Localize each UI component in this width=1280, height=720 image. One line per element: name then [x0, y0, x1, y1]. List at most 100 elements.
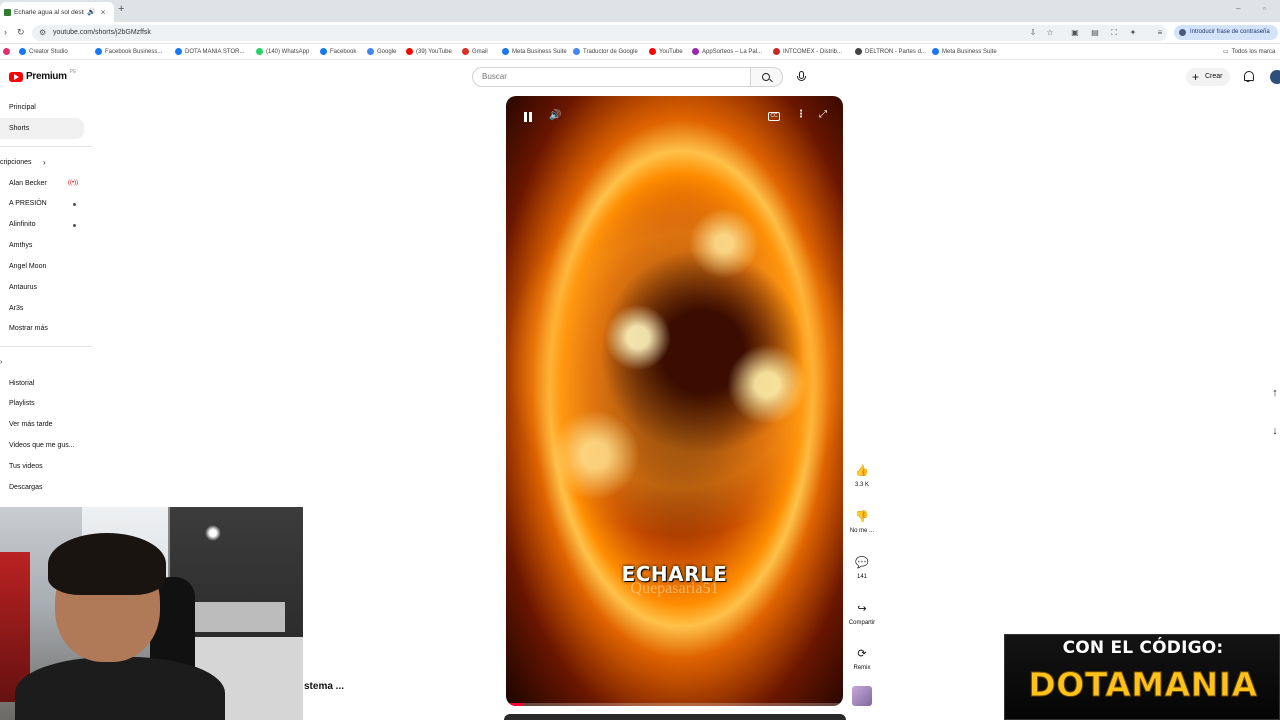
bookmark-item[interactable] — [3, 48, 10, 55]
webcam-shelf — [185, 602, 285, 632]
sidebar-item-library[interactable]: Descargas — [9, 484, 42, 491]
new-tab-button[interactable]: + — [118, 3, 124, 15]
forward-icon[interactable]: › — [4, 27, 7, 37]
webcam-light — [205, 525, 221, 541]
reload-icon[interactable]: ↻ — [17, 27, 25, 38]
notifications-bell-icon[interactable] — [1243, 71, 1254, 82]
sidebar-item-subscription[interactable]: A PRESIÓN — [9, 200, 47, 207]
folder-icon: ▭ — [1223, 49, 1229, 55]
sidebar-item-library[interactable]: Playlists — [9, 400, 35, 407]
all-bookmarks-button[interactable]: ▭ Todos los marca — [1223, 48, 1275, 56]
truncated-text: stema ... — [304, 681, 345, 692]
sidebar-section-you[interactable]: › — [0, 359, 2, 366]
sidebar-item-subscription[interactable]: Antaurus — [9, 284, 37, 291]
bookmark-item[interactable]: (39) YouTube — [406, 48, 452, 55]
bookmark-label: Traductor de Google — [583, 48, 638, 55]
bookmark-item[interactable]: AppSorteos – La Pal... — [692, 48, 762, 55]
sidebar-divider — [0, 346, 92, 347]
sidebar-item-subscription[interactable]: Angel Moon — [9, 263, 46, 270]
progress-bar[interactable] — [506, 703, 843, 706]
bookmark-item[interactable]: Traductor de Google — [573, 48, 638, 55]
next-short-preview[interactable] — [504, 714, 846, 720]
address-bar[interactable]: ⚙ youtube.com/shorts/j2bGMzffsk — [32, 25, 1167, 41]
extension-icon[interactable]: ▤ — [1090, 28, 1100, 38]
previous-short-icon[interactable]: ↑ — [1268, 386, 1280, 400]
youtube-logo[interactable]: Premium PE — [9, 68, 77, 82]
new-content-dot — [73, 203, 76, 206]
bookmark-favicon-icon — [19, 48, 26, 55]
remix-button[interactable]: ⟳ Remix — [846, 644, 878, 671]
screenshot-icon[interactable]: ⛶ — [1109, 28, 1119, 38]
media-icon[interactable]: ≡ — [1155, 28, 1165, 38]
bookmark-item[interactable]: Creator Studio — [19, 48, 68, 55]
like-button[interactable]: 👍 3.3 K — [846, 461, 878, 488]
bookmark-item[interactable]: INTCOMEX - Distrib... — [773, 48, 842, 55]
bookmark-item[interactable]: YouTube — [649, 48, 683, 55]
sidebar-section-subscriptions[interactable]: cripciones — [0, 159, 32, 166]
bookmark-favicon-icon — [932, 48, 939, 55]
sidebar-item-subscription[interactable]: Mostrar más — [9, 325, 48, 332]
restore-icon[interactable]: ▫ — [1263, 4, 1266, 13]
pause-icon[interactable] — [523, 112, 533, 122]
more-options-icon[interactable]: ⋮ — [796, 109, 806, 120]
search-input[interactable]: Buscar — [472, 67, 751, 87]
sound-thumbnail[interactable] — [852, 686, 872, 706]
live-icon: ((•)) — [68, 180, 79, 186]
sidebar-item-principal[interactable]: Principal — [9, 104, 36, 111]
sidebar-item-library[interactable]: Tus videos — [9, 463, 43, 470]
tab-audio-icon[interactable]: 🔊 — [87, 8, 96, 16]
bookmark-label: (140) WhatsApp — [266, 48, 310, 55]
site-info-icon[interactable]: ⚙ — [39, 25, 46, 41]
new-content-dot — [73, 224, 76, 227]
share-button[interactable]: ↪ Compartir — [846, 599, 878, 626]
bookmark-label: Facebook Business... — [105, 48, 163, 55]
minimize-icon[interactable]: – — [1236, 4, 1240, 13]
bookmark-label: Meta Business Suite — [942, 48, 997, 55]
avatar[interactable] — [1270, 70, 1280, 84]
sidebar-item-subscription[interactable]: Alan Becker — [9, 180, 47, 187]
bookmark-label: Facebook — [330, 48, 357, 55]
fullscreen-icon[interactable]: ⤢ — [819, 109, 827, 120]
puzzle-icon[interactable]: ✦ — [1128, 28, 1138, 38]
bookmark-item[interactable]: Meta Business Suite — [932, 48, 997, 55]
bookmark-item[interactable]: Facebook Business... — [95, 48, 162, 55]
sidebar-item-library[interactable]: Ver más tarde — [9, 421, 53, 428]
voice-search-button[interactable] — [793, 67, 811, 87]
bookmark-item[interactable]: Facebook — [320, 48, 356, 55]
next-short-icon[interactable]: ↓ — [1268, 424, 1280, 438]
captions-icon[interactable]: CC — [768, 112, 780, 121]
shorts-video-player[interactable]: 🔊 CC ⋮ ⤢ ECHARLE Quepasaria51 — [506, 96, 843, 706]
bookmark-item[interactable]: Gmail — [462, 48, 488, 55]
video-frame — [506, 126, 843, 596]
browser-tab[interactable]: Echarle agua al sol destr... 🔊 × — [0, 2, 114, 22]
comments-button[interactable]: 💬 141 — [846, 553, 878, 580]
sidebar-item-subscription[interactable]: Amthys — [9, 242, 32, 249]
search-button[interactable] — [751, 67, 783, 87]
bookmark-item[interactable]: DOTA MANIA STOR... — [175, 48, 244, 55]
bookmark-label: AppSorteos – La Pal... — [702, 48, 763, 55]
sidebar-item-subscription[interactable]: Ar3s — [9, 305, 23, 312]
bookmark-item[interactable]: (140) WhatsApp — [256, 48, 309, 55]
create-label: Crear — [1205, 73, 1223, 80]
sidebar-item-library[interactable]: Videos que me gus... — [9, 442, 75, 449]
dislike-button[interactable]: 👎 No me ... — [846, 507, 878, 534]
chevron-right-icon[interactable]: › — [43, 158, 46, 167]
bookmark-favicon-icon — [256, 48, 263, 55]
extension-icon[interactable]: ▣ — [1070, 28, 1080, 38]
bookmark-star-icon[interactable]: ☆ — [1045, 28, 1055, 38]
logo-country: PE — [69, 68, 77, 75]
volume-icon[interactable]: 🔊 — [549, 110, 561, 121]
password-prompt-pill[interactable]: Introducir frase de contraseña — [1174, 25, 1278, 40]
bookmark-item[interactable]: Google — [367, 48, 396, 55]
bookmark-item[interactable]: DELTRON - Partes d... — [855, 48, 926, 55]
sidebar-item-library[interactable]: Historial — [9, 380, 34, 387]
comments-count: 141 — [856, 574, 867, 580]
install-icon[interactable]: ⇩ — [1028, 28, 1038, 38]
create-button[interactable]: + Crear — [1186, 68, 1230, 86]
sidebar-item-shorts[interactable]: Shorts — [9, 125, 29, 132]
sidebar-item-subscription[interactable]: Alinfinito — [9, 221, 35, 228]
bookmark-favicon-icon — [406, 48, 413, 55]
tab-close-icon[interactable]: × — [101, 8, 106, 17]
bookmark-item[interactable]: Meta Business Suite — [502, 48, 567, 55]
share-icon: ↪ — [857, 603, 867, 615]
